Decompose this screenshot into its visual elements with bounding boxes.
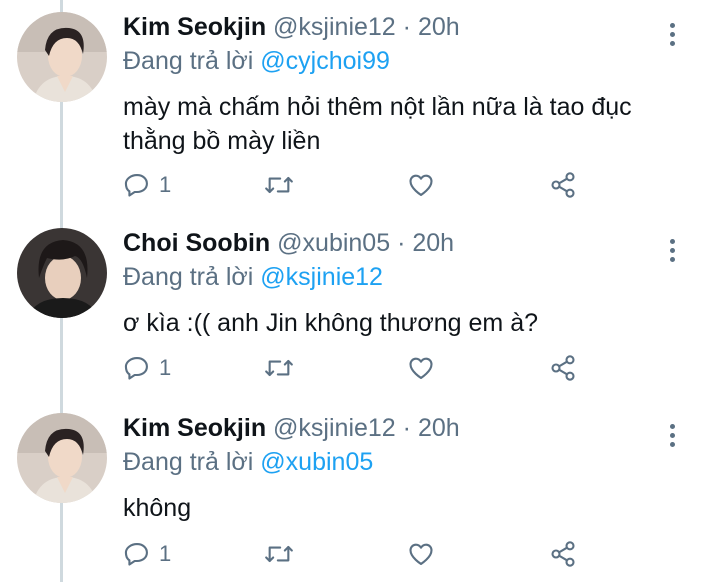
retweet-button[interactable] <box>263 348 295 388</box>
share-button[interactable] <box>549 165 577 205</box>
retweet-icon <box>265 359 293 377</box>
more-vertical-icon <box>669 22 675 28</box>
user-handle[interactable]: @ksjinie12 <box>273 13 396 41</box>
share-button[interactable] <box>549 534 577 574</box>
tweet-actions: 1 <box>123 165 603 205</box>
more-vertical-icon <box>669 238 675 244</box>
mention-link[interactable]: @xubin05 <box>260 448 373 476</box>
separator-dot: · <box>402 13 411 41</box>
replying-prefix: Đang trả lời <box>123 263 254 291</box>
user-handle[interactable]: @xubin05 <box>277 229 390 257</box>
like-button[interactable] <box>407 165 435 205</box>
replying-to: Đang trả lời @ksjinie12 <box>123 262 383 292</box>
reply-icon <box>124 174 148 197</box>
retweet-icon <box>265 545 293 563</box>
retweet-icon <box>265 176 293 194</box>
reply-count: 1 <box>159 355 172 380</box>
avatar[interactable] <box>17 12 107 102</box>
retweet-button[interactable] <box>263 534 295 574</box>
share-icon <box>551 355 575 381</box>
tweet[interactable]: Kim Seokjin @ksjinie12 · 20h Đang trả lờ… <box>0 12 720 212</box>
profile-photo-icon <box>17 12 107 102</box>
tweet-text: mày mà chấm hỏi thêm nột lần nữa là tao … <box>123 93 632 155</box>
display-name[interactable]: Choi Soobin <box>123 229 270 257</box>
mention-link[interactable]: @ksjinie12 <box>260 263 383 291</box>
tweet[interactable]: Kim Seokjin @ksjinie12 · 20h Đang trả lờ… <box>0 413 720 582</box>
replying-to: Đang trả lời @cyjchoi99 <box>123 46 390 76</box>
more-options-button[interactable] <box>660 230 684 270</box>
share-button[interactable] <box>549 348 577 388</box>
reply-count: 1 <box>159 541 172 566</box>
heart-icon <box>409 357 433 379</box>
more-vertical-icon <box>669 423 675 429</box>
mention-link[interactable]: @cyjchoi99 <box>260 47 390 75</box>
reply-button[interactable]: 1 <box>123 165 171 205</box>
timestamp[interactable]: 20h <box>418 13 460 41</box>
display-name[interactable]: Kim Seokjin <box>123 13 266 41</box>
like-button[interactable] <box>407 534 435 574</box>
tweet[interactable]: Choi Soobin @xubin05 · 20h Đang trả lời … <box>0 228 720 398</box>
reply-count: 1 <box>159 172 172 197</box>
tweet-actions: 1 <box>123 534 603 574</box>
replying-prefix: Đang trả lời <box>123 448 254 476</box>
user-handle[interactable]: @ksjinie12 <box>273 414 396 442</box>
retweet-button[interactable] <box>263 165 295 205</box>
avatar[interactable] <box>17 228 107 318</box>
separator-dot: · <box>397 229 406 257</box>
timestamp[interactable]: 20h <box>412 229 454 257</box>
heart-icon <box>409 543 433 565</box>
display-name[interactable]: Kim Seokjin <box>123 414 266 442</box>
separator-dot: · <box>402 414 411 442</box>
more-options-button[interactable] <box>660 14 684 54</box>
more-options-button[interactable] <box>660 415 684 455</box>
profile-photo-icon <box>17 413 107 503</box>
heart-icon <box>409 174 433 196</box>
timestamp[interactable]: 20h <box>418 414 460 442</box>
tweet-header: Kim Seokjin @ksjinie12 · 20h <box>123 413 460 443</box>
avatar[interactable] <box>17 413 107 503</box>
share-icon <box>551 172 575 198</box>
tweet-text: không <box>123 494 192 522</box>
reply-icon <box>124 357 148 380</box>
reply-button[interactable]: 1 <box>123 348 171 388</box>
profile-photo-icon <box>17 228 107 318</box>
reply-icon <box>124 543 148 566</box>
share-icon <box>551 541 575 567</box>
reply-button[interactable]: 1 <box>123 534 171 574</box>
tweet-header: Kim Seokjin @ksjinie12 · 20h <box>123 12 460 42</box>
replying-prefix: Đang trả lời <box>123 47 254 75</box>
like-button[interactable] <box>407 348 435 388</box>
tweet-text: ơ kìa :(( anh Jin không thương em à? <box>123 309 539 337</box>
replying-to: Đang trả lời @xubin05 <box>123 447 373 477</box>
tweet-header: Choi Soobin @xubin05 · 20h <box>123 228 454 258</box>
tweet-actions: 1 <box>123 348 603 388</box>
